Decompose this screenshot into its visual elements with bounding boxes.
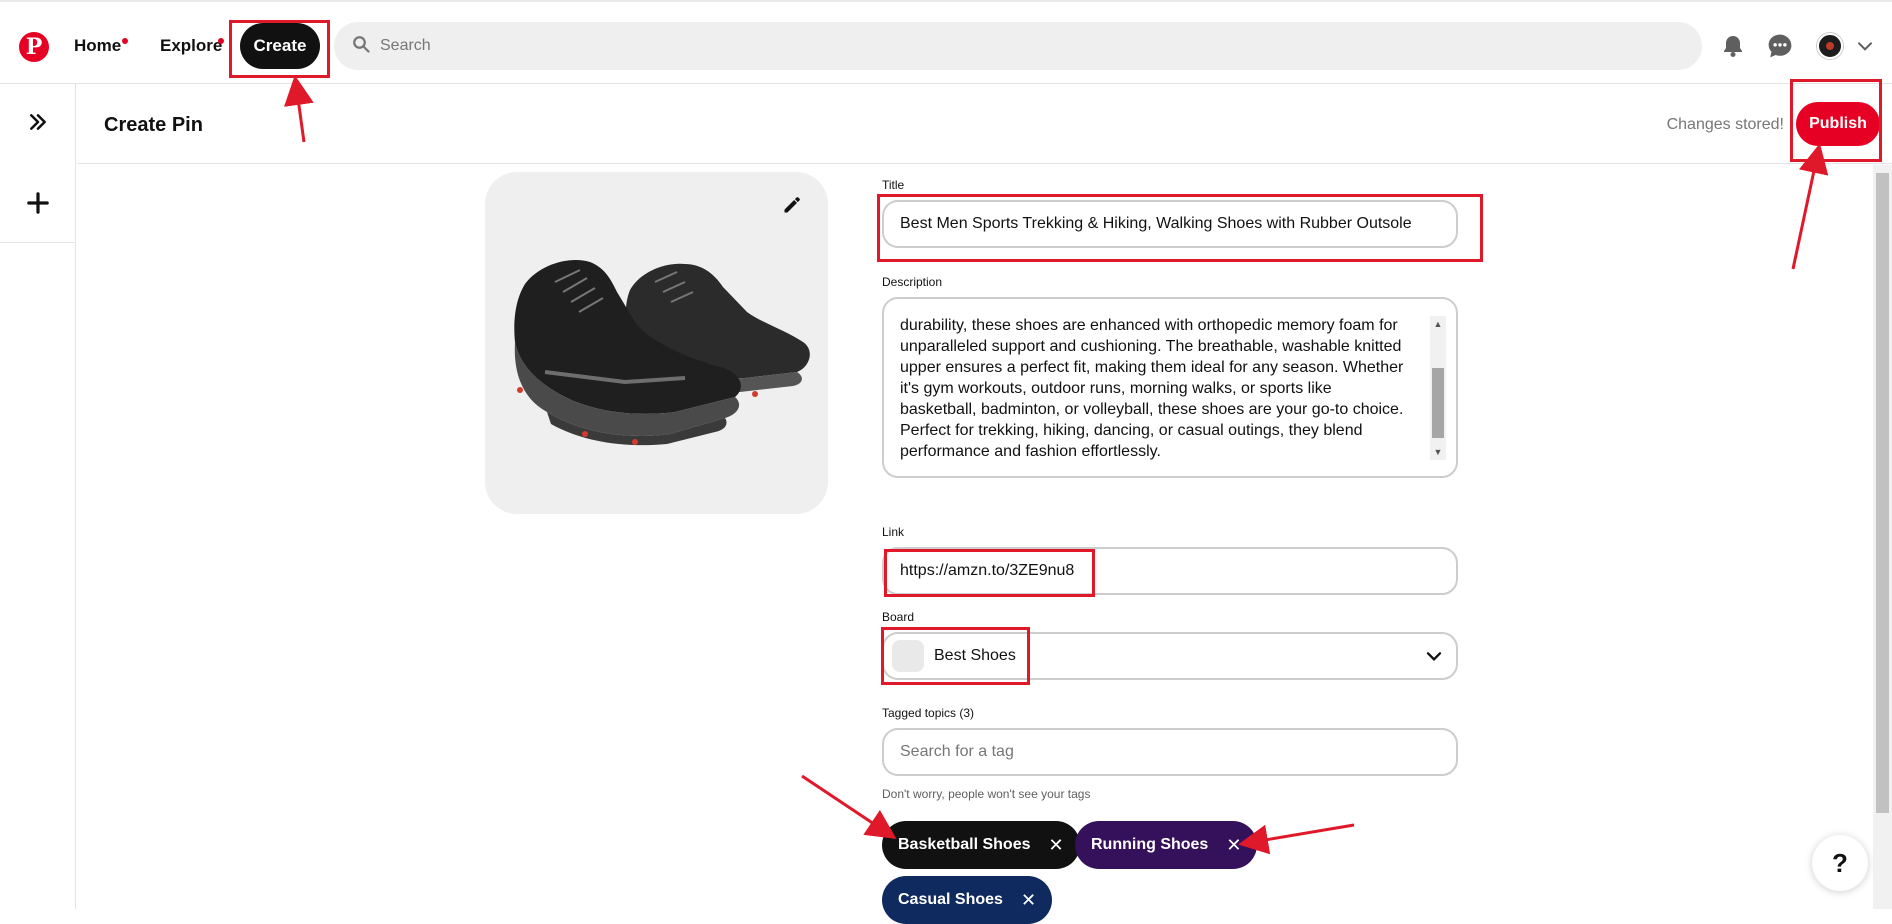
tag-label: Casual Shoes — [898, 891, 1003, 908]
tag-chip[interactable]: Casual Shoes ✕ — [882, 876, 1053, 924]
title-label: Title — [882, 178, 905, 192]
explore-notification-dot — [218, 38, 224, 44]
title-input[interactable] — [882, 200, 1458, 248]
close-icon[interactable]: ✕ — [1049, 835, 1064, 856]
tags-hint-text: Don't worry, people won't see your tags — [882, 787, 1091, 801]
chat-icon[interactable] — [1766, 32, 1794, 60]
page-scroll-thumb[interactable] — [1876, 173, 1889, 813]
search-input[interactable] — [380, 37, 1580, 55]
description-text: durability, these shoes are enhanced wit… — [900, 317, 1404, 460]
link-label: Link — [882, 525, 905, 539]
create-button[interactable]: Create — [240, 23, 320, 69]
description-textarea[interactable]: durability, these shoes are enhanced wit… — [882, 297, 1458, 478]
plus-icon[interactable] — [18, 183, 58, 223]
board-thumbnail — [892, 640, 924, 672]
tag-label: Basketball Shoes — [898, 836, 1031, 853]
tag-label: Running Shoes — [1091, 836, 1209, 853]
board-dropdown[interactable]: Best Shoes — [882, 632, 1458, 680]
save-status-text: Changes stored! — [1666, 116, 1784, 133]
pin-image-preview[interactable] — [485, 172, 828, 514]
scroll-up-arrow-icon[interactable]: ▲ — [1430, 316, 1446, 332]
scroll-down-arrow-icon[interactable]: ▼ — [1430, 444, 1446, 460]
tagged-topics-label: Tagged topics (3) — [882, 706, 975, 720]
tag-search-input[interactable] — [882, 728, 1458, 776]
nav-explore-link[interactable]: Explore — [160, 36, 222, 56]
shoe-image — [514, 260, 810, 446]
home-notification-dot — [122, 38, 128, 44]
chevron-down-icon — [1426, 648, 1442, 669]
tag-chip[interactable]: Running Shoes ✕ — [1075, 821, 1258, 869]
top-navigation: P Home Explore Create — [0, 0, 1892, 84]
left-sidebar — [0, 84, 76, 909]
page-title: Create Pin — [104, 114, 203, 136]
board-label: Board — [882, 610, 915, 624]
description-scroll-thumb[interactable] — [1432, 368, 1444, 438]
search-bar[interactable] — [334, 22, 1702, 70]
tag-chip[interactable]: Basketball Shoes ✕ — [882, 821, 1080, 869]
arrow-to-basketball-tag — [801, 774, 897, 839]
close-icon[interactable]: ✕ — [1226, 835, 1241, 856]
nav-home-link[interactable]: Home — [74, 36, 121, 56]
description-scrollbar[interactable]: ▲ ▼ — [1430, 316, 1446, 460]
sidebar-divider — [0, 242, 76, 243]
description-label: Description — [882, 275, 943, 289]
board-name: Best Shoes — [934, 647, 1016, 664]
arrow-to-running-tag — [1238, 823, 1355, 855]
create-pin-header: Create Pin Changes stored! — [77, 84, 1892, 164]
link-input[interactable] — [882, 547, 1458, 595]
avatar[interactable] — [1817, 33, 1843, 59]
close-icon[interactable]: ✕ — [1021, 890, 1036, 911]
arrow-to-publish — [1791, 143, 1829, 270]
bell-icon[interactable] — [1719, 32, 1747, 60]
chevron-down-icon[interactable] — [1851, 32, 1879, 60]
pencil-icon[interactable] — [778, 191, 806, 219]
publish-button[interactable]: Publish — [1796, 102, 1880, 146]
help-button[interactable]: ? — [1812, 835, 1868, 891]
page-scrollbar[interactable] — [1873, 165, 1892, 909]
search-icon — [352, 35, 370, 58]
pinterest-logo-icon[interactable]: P — [19, 32, 49, 62]
double-chevron-right-icon[interactable] — [18, 102, 58, 142]
